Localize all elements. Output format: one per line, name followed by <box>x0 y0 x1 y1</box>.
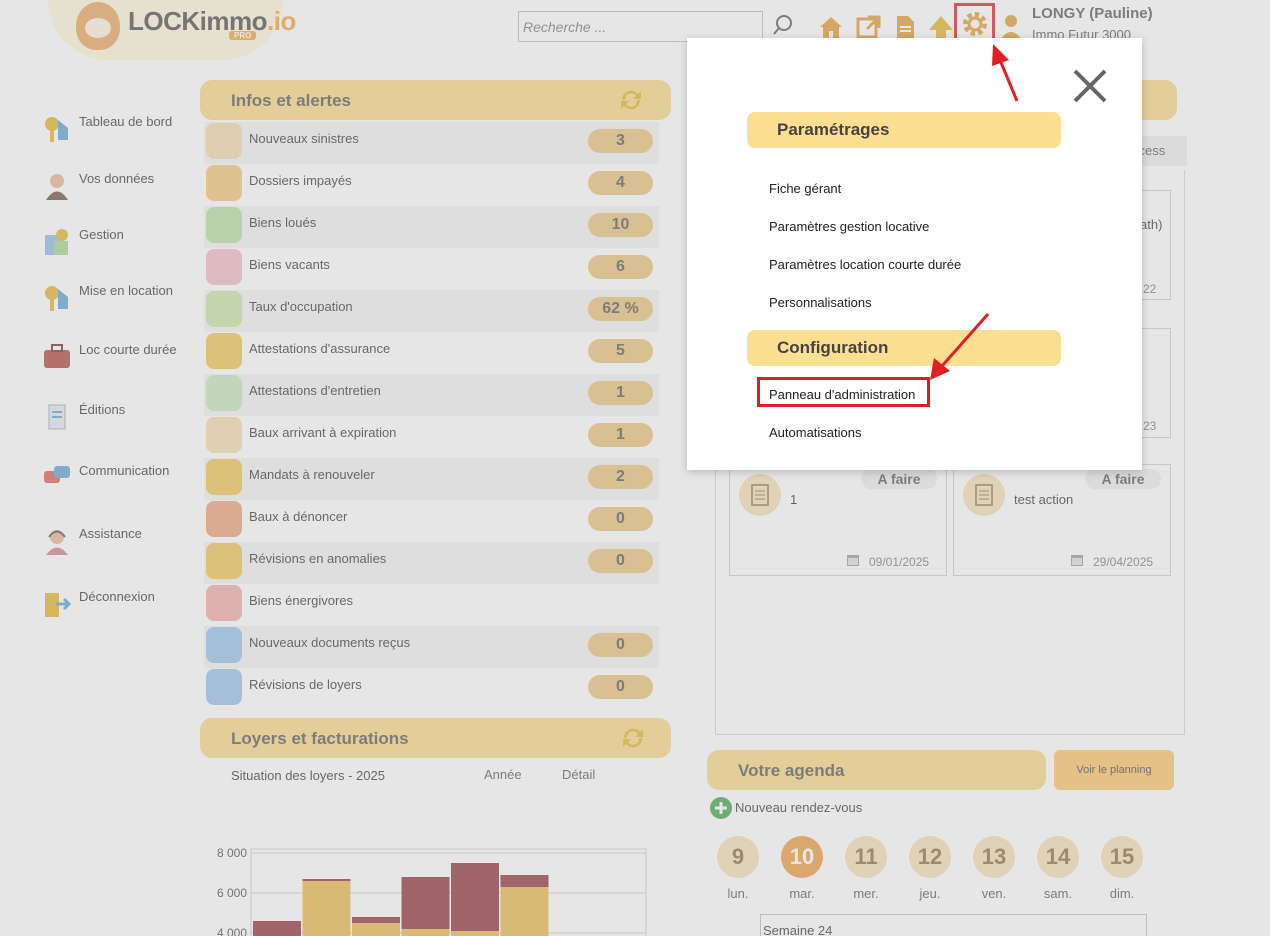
link-parametres-gestion-locative[interactable]: Paramètres gestion locative <box>769 219 929 234</box>
link-fiche-gerant[interactable]: Fiche gérant <box>769 181 841 196</box>
link-parametres-location-courte-duree[interactable]: Paramètres location courte durée <box>769 257 961 272</box>
section-title: Configuration <box>777 338 889 357</box>
section-title: Paramétrages <box>777 120 890 139</box>
settings-modal: Paramétrages Fiche gérant Paramètres ges… <box>687 38 1142 470</box>
link-panneau-administration[interactable]: Panneau d'administration <box>769 387 915 402</box>
link-personnalisations[interactable]: Personnalisations <box>769 295 872 310</box>
link-automatisations[interactable]: Automatisations <box>769 425 862 440</box>
section-parametrages: Paramétrages <box>747 112 1061 148</box>
section-configuration: Configuration <box>747 330 1061 366</box>
close-icon[interactable] <box>1072 68 1108 104</box>
